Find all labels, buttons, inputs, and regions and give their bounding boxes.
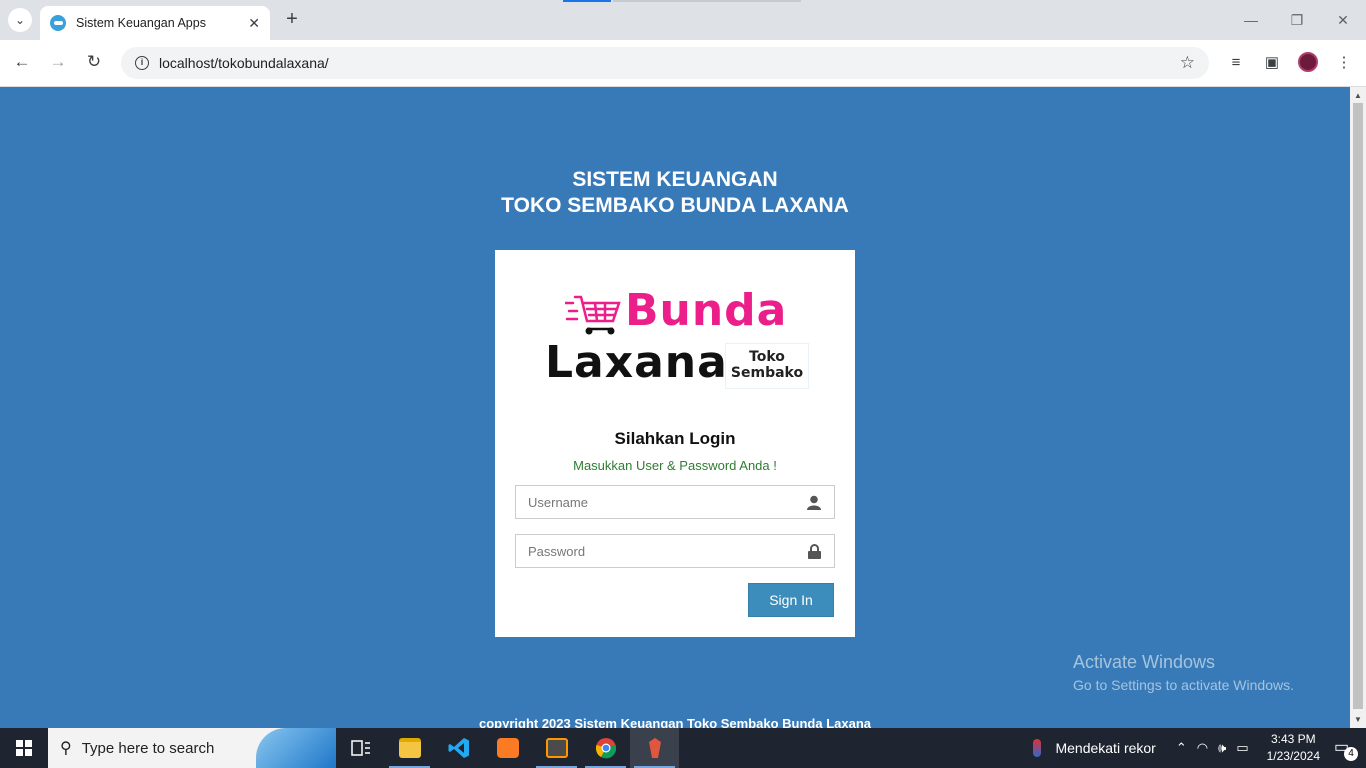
password-field[interactable] — [515, 534, 835, 568]
vscode-icon[interactable] — [434, 728, 483, 768]
username-input[interactable] — [528, 494, 806, 510]
page-title-line1: SISTEM KEUANGAN — [572, 168, 778, 191]
clock-time: 3:43 PM — [1270, 732, 1316, 746]
logo-word-bunda: Bunda — [625, 285, 788, 336]
tab-strip-indicator-secondary — [613, 0, 801, 2]
chrome-icon[interactable] — [581, 728, 630, 768]
window-controls: — ❐ ✕ — [1228, 0, 1366, 40]
tab-title: Sistem Keuangan Apps — [76, 16, 206, 30]
battery-icon[interactable]: ▭ — [1236, 740, 1248, 756]
browser-tab[interactable]: Sistem Keuangan Apps ✕ — [40, 6, 270, 40]
network-icon[interactable]: ◠ — [1197, 740, 1208, 756]
copyright-footer: copyright 2023 Sistem Keuangan Toko Semb… — [478, 716, 872, 728]
show-hidden-icons-icon[interactable]: ⌃ — [1176, 740, 1187, 756]
sign-in-button[interactable]: Sign In — [748, 583, 834, 617]
address-bar[interactable]: i localhost/tokobundalaxana/ ☆ — [121, 47, 1209, 79]
site-info-icon[interactable]: i — [135, 56, 149, 70]
browser-tab-bar: ⌄ Sistem Keuangan Apps ✕ + — ❐ ✕ — [0, 0, 1366, 40]
password-input[interactable] — [528, 543, 806, 559]
login-subtitle: Masukkan User & Password Anda ! — [573, 458, 777, 473]
watermark-subtitle: Go to Settings to activate Windows. — [1073, 677, 1294, 693]
browser-toolbar: ← → ↻ i localhost/tokobundalaxana/ ☆ ≡ ▣… — [0, 40, 1366, 87]
restore-icon[interactable]: ❐ — [1274, 0, 1320, 40]
shopping-cart-icon — [565, 295, 621, 335]
profile-avatar[interactable] — [1296, 50, 1320, 74]
activate-windows-watermark: Activate Windows Go to Settings to activ… — [1073, 652, 1294, 693]
page-scrollbar[interactable]: ▲ ▼ — [1350, 87, 1366, 728]
windows-logo-icon — [16, 740, 32, 756]
username-field[interactable] — [515, 485, 835, 519]
taskbar-search-placeholder: Type here to search — [81, 739, 215, 757]
forward-arrow-icon[interactable]: → — [46, 50, 70, 74]
xampp-icon[interactable] — [483, 728, 532, 768]
volume-icon[interactable]: 🕪 — [1218, 740, 1226, 756]
thermometer-icon — [1033, 739, 1042, 757]
search-icon: ⚲ — [60, 740, 72, 757]
login-heading: Silahkan Login — [614, 429, 736, 448]
scrollbar-thumb[interactable] — [1353, 103, 1363, 709]
weather-text: Mendekati rekor — [1055, 740, 1156, 756]
side-panel-icon[interactable]: ▣ — [1260, 50, 1284, 74]
back-arrow-icon[interactable]: ← — [10, 50, 34, 74]
sublime-text-icon[interactable] — [532, 728, 581, 768]
browser-menu-icon[interactable]: ⋮ — [1332, 50, 1356, 74]
scroll-down-icon[interactable]: ▼ — [1354, 715, 1362, 724]
search-highlight-art — [256, 728, 336, 768]
tab-search-chevron-icon[interactable]: ⌄ — [8, 8, 32, 32]
close-window-icon[interactable]: ✕ — [1320, 0, 1366, 40]
notification-center-icon[interactable]: ▭ 4 — [1334, 737, 1358, 761]
active-app-icon[interactable] — [630, 728, 679, 768]
logo-tagline-sembako: Sembako — [730, 365, 804, 381]
clock[interactable]: 3:43 PM 1/23/2024 — [1267, 731, 1320, 765]
weather-widget[interactable]: Mendekati rekor — [1033, 739, 1156, 757]
tab-close-icon[interactable]: ✕ — [248, 15, 260, 32]
site-favicon-icon — [50, 15, 66, 31]
login-page: SISTEM KEUANGAN TOKO SEMBAKO BUNDA LAXAN… — [0, 87, 1350, 728]
lock-icon — [806, 543, 822, 559]
login-box: Bunda Laxana Toko Sembako Silahkan Login… — [495, 250, 855, 637]
logo-word-laxana: Laxana — [545, 337, 728, 388]
logo-tagline-toko: Toko — [749, 349, 785, 365]
reload-icon[interactable]: ↻ — [82, 50, 106, 74]
new-tab-plus-icon[interactable]: + — [282, 9, 302, 29]
url-text[interactable]: localhost/tokobundalaxana/ — [159, 55, 1180, 71]
task-view-icon[interactable] — [336, 728, 385, 768]
page-title: SISTEM KEUANGAN TOKO SEMBAKO BUNDA LAXAN… — [0, 167, 1350, 219]
store-logo: Bunda Laxana Toko Sembako — [545, 285, 825, 415]
bookmark-star-icon[interactable]: ☆ — [1180, 53, 1195, 73]
page-title-line2: TOKO SEMBAKO BUNDA LAXANA — [501, 194, 849, 217]
start-button[interactable] — [0, 728, 48, 768]
tab-strip-indicator — [563, 0, 611, 2]
scroll-up-icon[interactable]: ▲ — [1354, 91, 1362, 100]
media-control-icon[interactable]: ≡ — [1224, 50, 1248, 74]
watermark-title: Activate Windows — [1073, 652, 1216, 672]
file-explorer-icon[interactable] — [385, 728, 434, 768]
minimize-icon[interactable]: — — [1228, 0, 1274, 40]
user-icon — [806, 494, 822, 510]
taskbar-search-box[interactable]: ⚲ Type here to search — [48, 728, 336, 768]
system-tray: Mendekati rekor ⌃ ◠ 🕪 ▭ 3:43 PM 1/23/202… — [1033, 728, 1366, 768]
notification-count-badge: 4 — [1344, 747, 1358, 761]
clock-date: 1/23/2024 — [1266, 749, 1320, 763]
logo-tagline: Toko Sembako — [725, 343, 809, 389]
windows-taskbar: ⚲ Type here to search Mendekati rekor ⌃ … — [0, 728, 1366, 768]
